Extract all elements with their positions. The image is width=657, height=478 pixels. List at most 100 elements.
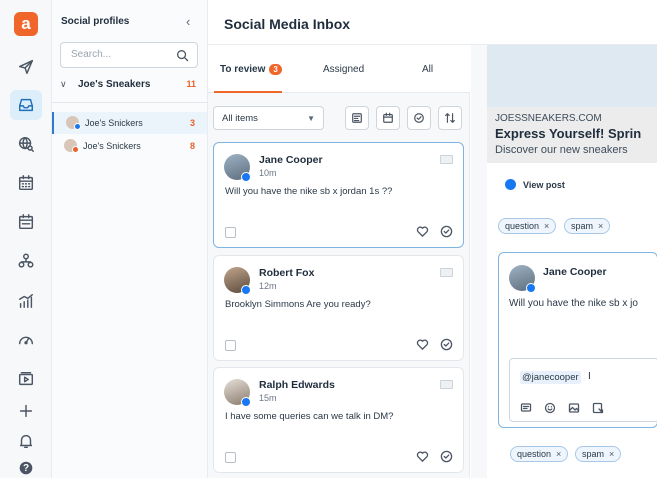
saved-reply-icon[interactable] [592, 401, 604, 414]
message-card[interactable]: Ralph Edwards 15m I have some queries ca… [213, 367, 464, 473]
search-icon[interactable] [176, 49, 189, 62]
tab-label: Assigned [323, 64, 365, 75]
check-circle-icon[interactable] [440, 450, 453, 463]
select-checkbox[interactable] [225, 227, 236, 238]
message-time: 15m [259, 393, 277, 403]
heart-icon[interactable] [416, 225, 429, 238]
message-card[interactable]: Robert Fox 12m Brooklyn Simmons Are you … [213, 255, 464, 361]
emoji-icon[interactable] [544, 401, 556, 414]
message-time: 10m [259, 168, 277, 178]
message-time: 12m [259, 281, 277, 291]
comment-card: Jane Cooper Will you have the nike sb x … [498, 252, 657, 428]
filter-selected: All items [222, 113, 258, 124]
planner-icon[interactable] [10, 207, 42, 237]
message-text: I have some queries can we talk in DM? [225, 411, 394, 422]
image-icon[interactable] [568, 401, 580, 413]
profiles-title: Social profiles [61, 16, 130, 27]
link-subtitle: Discover our new sneakers [495, 144, 628, 156]
profile-search-box[interactable] [60, 42, 198, 68]
inbox-icon[interactable] [10, 90, 42, 120]
tag-label: question [505, 221, 540, 231]
link-domain: JOESSNEAKERS.COM [495, 113, 602, 124]
analytics-icon[interactable] [10, 286, 42, 316]
tab-to-review[interactable]: To review 3 [220, 64, 282, 75]
social-profiles-panel: Social profiles ‹ ∨ Joe's Sneakers 11 Jo… [52, 0, 208, 478]
inbox-tabs: To review 3 Assigned All [208, 45, 470, 93]
team-icon[interactable] [10, 246, 42, 276]
collapse-panel-icon[interactable]: ‹ [186, 14, 190, 29]
message-author: Ralph Edwards [259, 379, 335, 391]
facebook-icon [241, 397, 251, 407]
heart-icon[interactable] [416, 338, 429, 351]
facebook-icon [241, 172, 251, 182]
check-circle-icon [414, 113, 424, 123]
profile-item[interactable]: Joe's Snickers 8 [52, 135, 207, 157]
left-rail: a ? [0, 0, 52, 478]
tag-label: spam [582, 449, 605, 459]
facebook-icon [505, 179, 516, 190]
image-icon [440, 380, 453, 389]
active-tab-indicator [214, 91, 282, 93]
page-title: Social Media Inbox [224, 16, 351, 32]
check-circle-icon[interactable] [440, 338, 453, 351]
globe-search-icon[interactable] [10, 129, 42, 159]
comment-author: Jane Cooper [543, 266, 607, 278]
tab-label: All [422, 64, 434, 75]
instagram-icon [72, 146, 79, 153]
filter-settings-icon [352, 113, 362, 123]
tag-chip[interactable]: spam × [575, 446, 622, 462]
profile-count: 3 [189, 118, 195, 128]
send-icon[interactable] [10, 52, 42, 82]
chevron-down-icon[interactable]: ∨ [60, 79, 67, 90]
media-icon[interactable] [10, 364, 42, 394]
heart-icon[interactable] [416, 450, 429, 463]
mark-all-done-button[interactable] [407, 106, 431, 130]
profile-name: Joe's Snickers [85, 118, 143, 128]
profile-count: 8 [189, 141, 195, 151]
sort-icon [445, 113, 455, 123]
tag-chip[interactable]: question × [510, 446, 569, 462]
sort-button[interactable] [438, 106, 462, 130]
gauge-icon[interactable] [10, 325, 42, 355]
image-icon [440, 268, 453, 277]
view-post-link[interactable]: View post [523, 180, 565, 190]
remove-tag-icon[interactable]: × [609, 449, 614, 459]
help-icon[interactable]: ? [10, 453, 42, 478]
remove-tag-icon[interactable]: × [544, 221, 549, 231]
tag-label: question [517, 449, 552, 459]
plus-icon[interactable] [10, 396, 42, 426]
message-author: Jane Cooper [259, 154, 323, 166]
message-text: Brooklyn Simmons Are you ready? [225, 299, 371, 310]
profile-group-row[interactable]: ∨ Joe's Sneakers 11 [60, 79, 200, 93]
profile-group-count: 11 [186, 79, 196, 89]
date-filter-button[interactable] [376, 106, 400, 130]
remove-tag-icon[interactable]: × [598, 221, 603, 231]
facebook-icon [241, 285, 251, 295]
tab-all[interactable]: All [422, 64, 433, 75]
message-text: Will you have the nike sb x jordan 1s ?? [225, 186, 393, 197]
select-checkbox[interactable] [225, 452, 236, 463]
filter-settings-button[interactable] [345, 106, 369, 130]
remove-tag-icon[interactable]: × [556, 449, 561, 459]
reply-input[interactable]: @janecooper I [509, 358, 657, 422]
message-list-panel: To review 3 Assigned All All items ▼ Jan… [208, 45, 470, 478]
profile-search-input[interactable] [71, 49, 171, 60]
caret-down-icon: ▼ [307, 114, 315, 123]
message-author: Robert Fox [259, 267, 315, 279]
facebook-icon [74, 123, 81, 130]
message-card[interactable]: Jane Cooper 10m Will you have the nike s… [213, 142, 464, 248]
select-checkbox[interactable] [225, 340, 236, 351]
tag-chip[interactable]: question × [498, 218, 557, 234]
tab-assigned[interactable]: Assigned [323, 64, 364, 75]
calendar-icon[interactable] [10, 168, 42, 198]
check-circle-icon[interactable] [440, 225, 453, 238]
filter-dropdown[interactable]: All items ▼ [213, 106, 324, 130]
tag-chip[interactable]: spam × [564, 218, 611, 234]
bell-icon[interactable] [10, 426, 42, 456]
app-window: a ? Social profiles ‹ Search... ∨ Joe's … [0, 0, 657, 478]
post-preview-image [487, 45, 657, 107]
help-label: ? [22, 462, 30, 474]
comment-icon[interactable] [520, 401, 532, 413]
comment-text: Will you have the nike sb x jo [509, 298, 638, 309]
profile-item[interactable]: Joe's Snickers 3 [52, 112, 207, 134]
